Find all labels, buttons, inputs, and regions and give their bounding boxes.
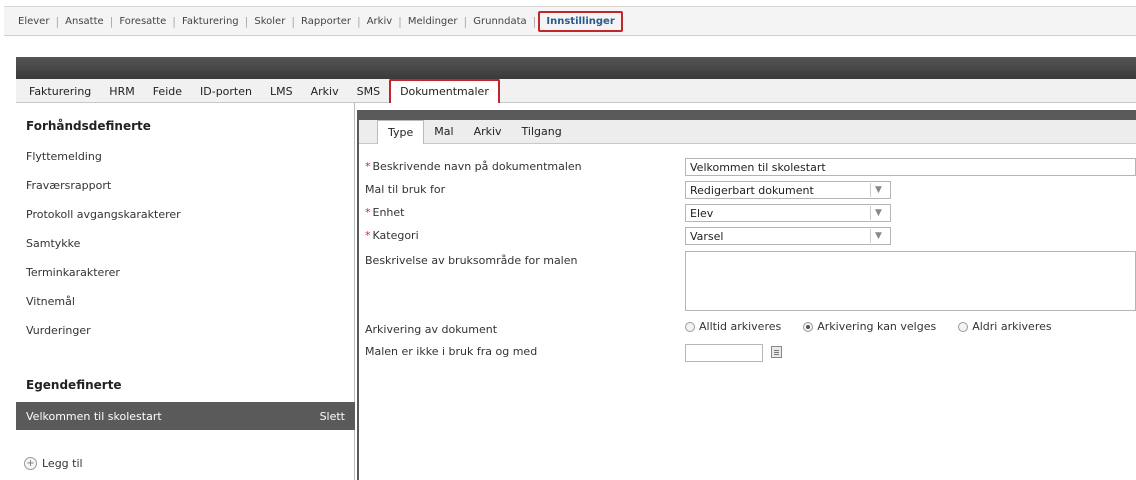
template-item-fravaersrapport[interactable]: Fraværsrapport xyxy=(26,179,111,192)
predefined-heading: Forhåndsdefinerte xyxy=(26,119,151,133)
template-item-protokoll[interactable]: Protokoll avgangskarakterer xyxy=(26,208,181,221)
nav-fakturering[interactable]: Fakturering xyxy=(176,16,245,27)
selected-template-label: Velkommen til skolestart xyxy=(26,409,162,423)
chevron-down-icon: ▼ xyxy=(870,229,886,243)
subtab-arkiv[interactable]: Arkiv xyxy=(302,85,348,102)
nav-innstillinger[interactable]: Innstillinger xyxy=(538,10,623,32)
subtab-hrm[interactable]: HRM xyxy=(100,85,143,102)
radio-optional-archive[interactable]: Arkivering kan velges xyxy=(803,320,936,333)
nav-ansatte[interactable]: Ansatte xyxy=(59,16,110,27)
radio-never-archive[interactable]: Aldri arkiveres xyxy=(958,320,1052,333)
delete-button[interactable]: Slett xyxy=(320,410,345,423)
tab-tilgang[interactable]: Tilgang xyxy=(512,125,572,143)
add-template-button[interactable]: + Legg til xyxy=(24,457,83,470)
required-marker: * xyxy=(365,206,371,219)
description-field-label: Beskrivelse av bruksområde for malen xyxy=(365,254,578,267)
category-field-label: * Kategori xyxy=(365,229,419,242)
nav-skoler[interactable]: Skoler xyxy=(248,16,291,27)
radio-circle-selected xyxy=(803,321,814,332)
description-textarea[interactable] xyxy=(685,251,1136,311)
header-bar xyxy=(16,57,1136,79)
tab-mal[interactable]: Mal xyxy=(424,125,463,143)
nav-arkiv[interactable]: Arkiv xyxy=(361,16,398,27)
subtab-id-porten[interactable]: ID-porten xyxy=(191,85,261,102)
tab-type[interactable]: Type xyxy=(377,120,425,144)
nav-rapporter[interactable]: Rapporter xyxy=(295,16,357,27)
required-marker: * xyxy=(365,229,371,242)
inactive-date-input[interactable] xyxy=(685,344,763,362)
subtab-sms[interactable]: SMS xyxy=(348,85,389,102)
template-item-flyttemelding[interactable]: Flyttemelding xyxy=(26,150,102,163)
template-detail-panel: Type Mal Arkiv Tilgang * Beskrivende navn… xyxy=(359,120,1136,480)
template-list-panel: Forhåndsdefinerte Flyttemelding Fraværsr… xyxy=(16,103,355,480)
template-item-vurderinger[interactable]: Vurderinger xyxy=(26,324,91,337)
usage-select[interactable]: Redigerbart dokument ▼ xyxy=(685,181,891,199)
usage-select-value: Redigerbart dokument xyxy=(690,183,814,197)
subtab-lms[interactable]: LMS xyxy=(261,85,302,102)
subtab-dokumentmaler[interactable]: Dokumentmaler xyxy=(389,79,500,103)
archiving-radio-group: Alltid arkiveres Arkivering kan velges A… xyxy=(685,320,1052,333)
unit-select[interactable]: Elev ▼ xyxy=(685,204,891,222)
radio-circle xyxy=(685,321,695,332)
template-detail-frame: Type Mal Arkiv Tilgang * Beskrivende navn… xyxy=(357,110,1136,480)
add-template-label: Legg til xyxy=(42,457,83,470)
tab-arkiv[interactable]: Arkiv xyxy=(464,125,512,143)
nav-elever[interactable]: Elever xyxy=(12,16,55,27)
settings-subtabs: Fakturering HRM Feide ID-porten LMS Arki… xyxy=(16,79,1136,103)
radio-always-archive[interactable]: Alltid arkiveres xyxy=(685,320,781,333)
selected-template-row[interactable]: Velkommen til skolestart Slett xyxy=(16,402,355,430)
template-item-samtykke[interactable]: Samtykke xyxy=(26,237,80,250)
subtab-fakturering[interactable]: Fakturering xyxy=(20,85,100,102)
inactive-date-label: Malen er ikke i bruk fra og med xyxy=(365,345,538,358)
name-input[interactable]: Velkommen til skolestart xyxy=(685,158,1136,176)
template-item-terminkarakterer[interactable]: Terminkarakterer xyxy=(26,266,120,279)
template-item-vitnemal[interactable]: Vitnemål xyxy=(26,295,75,308)
nav-separator: | xyxy=(532,14,537,28)
required-marker: * xyxy=(365,160,371,173)
chevron-down-icon: ▼ xyxy=(870,206,886,220)
nav-foresatte[interactable]: Foresatte xyxy=(113,16,172,27)
top-navigation: Elever | Ansatte | Foresatte | Fakturering |… xyxy=(4,6,1136,36)
custom-heading: Egendefinerte xyxy=(26,378,122,392)
radio-circle xyxy=(958,321,969,332)
nav-grunndata[interactable]: Grunndata xyxy=(467,16,532,27)
category-select[interactable]: Varsel ▼ xyxy=(685,227,891,245)
name-field-label: * Beskrivende navn på dokumentmalen xyxy=(365,160,582,173)
unit-select-value: Elev xyxy=(690,206,714,220)
calendar-icon[interactable] xyxy=(771,346,782,358)
nav-meldinger[interactable]: Meldinger xyxy=(402,16,464,27)
plus-icon: + xyxy=(24,457,37,470)
detail-tabs: Type Mal Arkiv Tilgang xyxy=(359,120,1136,144)
chevron-down-icon: ▼ xyxy=(870,183,886,197)
archiving-field-label: Arkivering av dokument xyxy=(365,323,498,336)
subtab-feide[interactable]: Feide xyxy=(144,85,191,102)
unit-field-label: * Enhet xyxy=(365,206,405,219)
category-select-value: Varsel xyxy=(690,229,724,243)
usage-field-label: Mal til bruk for xyxy=(365,183,446,196)
